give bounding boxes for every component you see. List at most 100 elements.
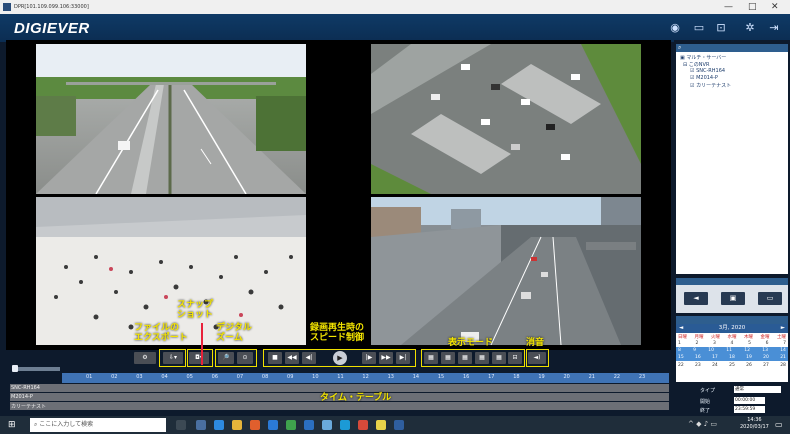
window-title: DPR[101.109.099.106:33000] [14, 4, 89, 10]
monitor-button[interactable]: ▣ [721, 292, 745, 305]
calendar-day[interactable]: 11 [726, 348, 732, 353]
settings-icon[interactable]: ✲ [743, 21, 757, 35]
explorer-icon[interactable] [196, 420, 206, 430]
annotation-export: ファイルの エクスポート [134, 323, 188, 343]
calendar-day[interactable]: 9 [693, 348, 696, 353]
calendar-day[interactable]: 27 [763, 363, 769, 368]
calendar-day[interactable]: 19 [746, 355, 752, 360]
taskbar-clock[interactable]: 14:36 2020/03/17 [740, 417, 769, 431]
app-icon-green[interactable] [286, 420, 296, 430]
timeline-hour-label: 04 [161, 374, 168, 380]
calendar-month: 3月, 2020 [718, 325, 746, 331]
prev-month-icon[interactable]: ◄ [679, 324, 683, 333]
timeline-row-1[interactable] [10, 384, 669, 392]
calendar-day[interactable]: 5 [748, 341, 751, 346]
tree-item-camera-3[interactable]: ☑ カリーテナスト [690, 82, 731, 89]
notification-icon[interactable]: ▭ [775, 420, 783, 429]
app-icon-cyan[interactable] [340, 420, 350, 430]
window-button[interactable]: ▭ [758, 292, 782, 305]
app-icon-blue[interactable] [268, 420, 278, 430]
app-icon-orange[interactable] [250, 420, 260, 430]
back-button[interactable]: ◄ [684, 292, 708, 305]
app-icon-red[interactable] [358, 420, 368, 430]
end-time-field[interactable]: 23:59:59 [734, 406, 765, 413]
layout-icon[interactable]: ▭ [692, 21, 706, 35]
calendar-day[interactable]: 4 [731, 341, 734, 346]
calendar-day[interactable]: 25 [729, 363, 735, 368]
calendar-day[interactable]: 1 [678, 341, 681, 346]
settings-button[interactable]: ⚙ [134, 352, 156, 364]
timeline-hour-label: 18 [513, 374, 520, 380]
calendar-day[interactable]: 10 [708, 348, 714, 353]
calendar-day[interactable]: 6 [766, 341, 769, 346]
calendar-week: 22 23 24 25 26 27 28 [678, 363, 786, 368]
camera-view-1[interactable] [36, 44, 306, 194]
annotation-zoom: デジタル ズーム [216, 323, 252, 343]
calendar-header: ◄ 3月, 2020 ► [676, 324, 788, 333]
calendar-day[interactable]: 3 [713, 341, 716, 346]
timeline-hour-label: 22 [613, 374, 621, 380]
calendar-day[interactable]: 18 [729, 355, 735, 360]
windows-start-icon[interactable]: ⊞ [8, 420, 18, 430]
camera-view-2[interactable] [371, 44, 641, 194]
dvr-app-icon[interactable] [394, 420, 404, 430]
camera-view-4[interactable] [371, 197, 641, 345]
task-view-icon[interactable] [176, 420, 186, 430]
maximize-button[interactable]: □ [748, 1, 757, 13]
minimize-button[interactable]: — [724, 1, 733, 13]
calendar-weekdays: 日曜 月曜 火曜 水曜 木曜 金曜 土曜 [678, 334, 786, 340]
playback-icon[interactable]: ⊡ [714, 21, 728, 35]
tray-icons[interactable]: ^ ◆ ♪ ▭ [688, 420, 717, 428]
taskbar-search[interactable]: ⌕ ここに入力して検索 [30, 418, 166, 432]
type-select[interactable]: 通常 [734, 386, 781, 393]
app-icon-word[interactable] [304, 420, 314, 430]
calendar-day[interactable]: 20 [763, 355, 769, 360]
weekday: 火曜 [711, 335, 720, 340]
app-icon-light[interactable] [322, 420, 332, 430]
zoom-slider-handle[interactable] [12, 365, 18, 372]
tree-item-camera-1[interactable]: ☑ SNC-RH164 [690, 68, 725, 74]
timeline-row-3[interactable] [10, 402, 669, 410]
calendar-day[interactable]: 21 [780, 355, 786, 360]
calendar-day[interactable]: 14 [780, 348, 786, 353]
weekday: 日曜 [678, 335, 687, 340]
app-logo: DIGIEVER [14, 20, 90, 37]
snapshot-highlight [187, 349, 213, 367]
next-month-icon[interactable]: ► [781, 324, 785, 333]
timeline-hour-label: 06 [211, 374, 219, 380]
tree-item-camera-2[interactable]: ☑ M2014-P [690, 75, 718, 81]
calendar-day[interactable]: 24 [712, 363, 718, 368]
end-label: 終了 [700, 408, 711, 414]
timeline-hour-label: 01 [86, 374, 93, 380]
weekday: 水曜 [727, 335, 737, 340]
calendar-day[interactable]: 16 [695, 355, 701, 360]
calendar-week: 15 16 17 18 19 20 21 [678, 355, 786, 360]
edge-icon[interactable] [214, 420, 224, 430]
globe-icon[interactable]: ◉ [668, 21, 682, 35]
app-icon-yellow[interactable] [376, 420, 386, 430]
logout-icon[interactable]: ⇥ [767, 21, 781, 35]
calendar-day[interactable]: 7 [783, 341, 786, 346]
calendar-day[interactable]: 28 [780, 363, 786, 368]
tree-toolbar: ⌕ [676, 44, 788, 52]
folder-icon[interactable] [232, 420, 242, 430]
start-time-field[interactable]: 00:00:00 [734, 397, 765, 404]
calendar-day[interactable]: 15 [678, 355, 684, 360]
close-button[interactable]: ✕ [771, 1, 779, 13]
calendar-day[interactable]: 23 [695, 363, 701, 368]
timeline-channel-name: SNC-RH164 [11, 385, 40, 391]
zoom-slider-track[interactable] [12, 367, 60, 371]
tree-item-this-nvr[interactable]: ⊟ このNVR [683, 61, 709, 68]
calendar-day[interactable]: 13 [762, 348, 768, 353]
calendar-day[interactable]: 2 [696, 341, 699, 346]
weekday: 金曜 [760, 335, 770, 340]
search-icon[interactable]: ⌕ [678, 44, 681, 52]
calendar-day[interactable]: 26 [746, 363, 752, 368]
calendar-day[interactable]: 12 [744, 348, 750, 353]
timeline-hour-label: 09 [287, 374, 294, 380]
type-label: タイプ [700, 388, 716, 394]
calendar-day[interactable]: 8 [678, 348, 681, 353]
calendar-day[interactable]: 17 [712, 355, 718, 360]
tree-item-multi-server[interactable]: ▣ マルチ・サーバー [680, 54, 726, 61]
calendar-day[interactable]: 22 [678, 363, 684, 368]
